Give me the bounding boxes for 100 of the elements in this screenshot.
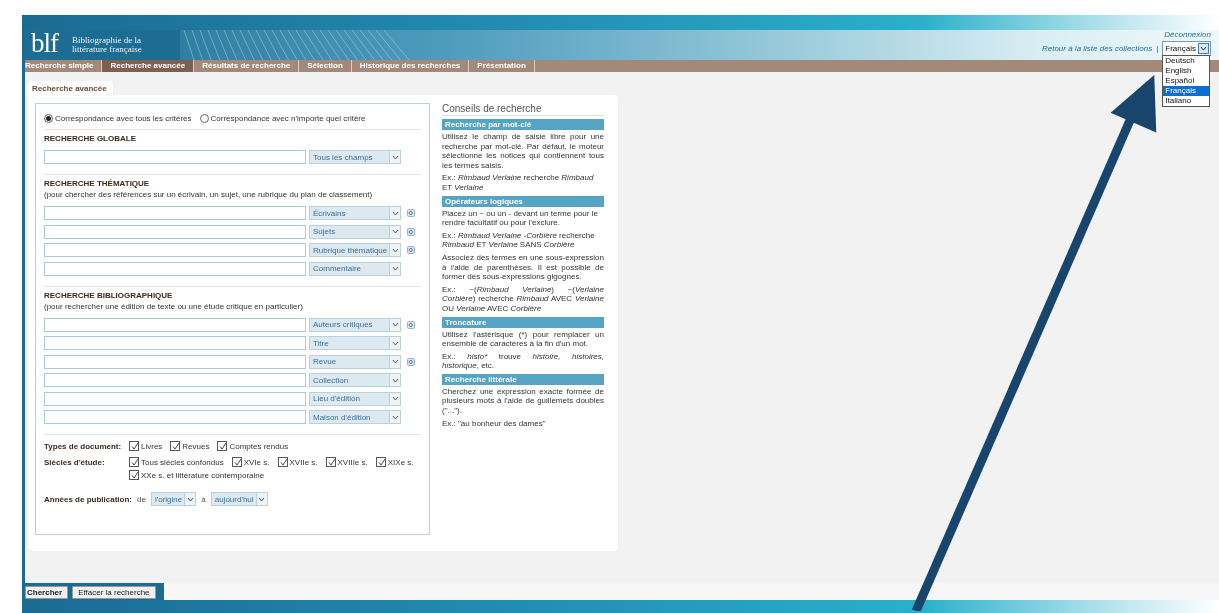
checkbox[interactable]: [277, 457, 288, 467]
clear-button[interactable]: Effacer la recherche: [72, 586, 156, 599]
radio-label: Correspondance avec tous les critères: [55, 114, 192, 123]
field-select[interactable]: Écrivains: [309, 206, 401, 220]
group-label: Siècles d'étude:: [44, 458, 106, 469]
field-select[interactable]: Commentaire: [309, 261, 401, 276]
checkbox-label: Comptes rendus: [229, 441, 289, 451]
back-link[interactable]: Retour à la liste des collections: [1041, 44, 1153, 53]
radio-button[interactable]: [44, 114, 53, 123]
tip-text: Placez un ~ ou un - devant un terme pour le rendre facultatif ou pour l'exclure.: [442, 208, 599, 228]
caret-icon[interactable]: [389, 151, 400, 163]
field-select[interactable]: Auteurs critiques: [309, 317, 401, 332]
section-heading: RECHERCHE BIBLIOGRAPHIQUE: [44, 290, 174, 300]
caret-icon[interactable]: [389, 337, 400, 349]
tip-text: Ex.: histo* trouve histoire, histoires, historique, etc.: [442, 351, 604, 371]
lookup-icon[interactable]: [407, 227, 415, 236]
language-option[interactable]: Français: [1163, 86, 1210, 96]
caret-icon[interactable]: [389, 411, 400, 423]
tip-heading: Recherche par mot-clé: [442, 119, 604, 130]
tip-text: Ex.: ~(Rimbaud Verlaine) ~(Verlaine Corbière) recherche Rimbaud AVEC Verlaine OU Verlaine AVEC Corbière: [442, 284, 604, 314]
to-label: à: [201, 494, 206, 504]
search-button[interactable]: Chercher: [25, 586, 69, 599]
language-option[interactable]: Deutsch: [1163, 56, 1210, 66]
caret-icon[interactable]: [184, 493, 196, 505]
tip-text: Utilisez le champ de saisie libre pour une recherche par mot-clé. Par défaut, le moteur sélectionne les notices qui contiennent tous les termes saisis.: [442, 132, 604, 171]
nav-tab[interactable]: Recherche avancée: [102, 60, 195, 72]
caret-icon[interactable]: [389, 374, 400, 386]
search-field[interactable]: [44, 336, 306, 350]
tip-heading: Opérateurs logiques: [442, 195, 604, 207]
logo: blf: [31, 30, 58, 57]
checkbox[interactable]: [231, 457, 242, 467]
lookup-icon[interactable]: [407, 209, 415, 217]
search-field[interactable]: [44, 224, 306, 239]
language-option[interactable]: English: [1163, 66, 1210, 76]
field-select[interactable]: Tous les champs: [309, 150, 401, 164]
logout-link[interactable]: Déconnexion: [1164, 30, 1211, 40]
checkbox[interactable]: [217, 441, 228, 451]
caret-icon[interactable]: [255, 493, 267, 505]
caret-icon[interactable]: [389, 262, 400, 275]
search-field[interactable]: [44, 206, 306, 220]
caret-icon[interactable]: [389, 318, 400, 331]
checkbox[interactable]: [325, 457, 336, 467]
search-field[interactable]: [44, 354, 306, 369]
section-heading: RECHERCHE GLOBALE: [44, 134, 137, 143]
caret-icon[interactable]: [389, 225, 400, 238]
checkbox-label: XVIIIe s.: [337, 457, 368, 467]
separator: |: [1156, 44, 1159, 53]
field-select[interactable]: Sujets: [309, 224, 401, 239]
checkbox-label: XXe s. et littérature contemporaine: [141, 470, 265, 480]
search-field[interactable]: [44, 150, 306, 164]
tip-text: Ex.: Rimbaud Verlaine -Corbière recherche Rimbaud ET Verlaine SANS Corbière: [442, 230, 596, 250]
checkbox-label: Tous siècles confondus: [141, 457, 224, 467]
search-field[interactable]: [44, 391, 306, 406]
field-select[interactable]: Lieu d'édition: [309, 391, 401, 406]
tip-text: Ex.: "au bonheur des dames": [442, 418, 547, 429]
checkbox[interactable]: [129, 470, 139, 480]
search-field[interactable]: [44, 373, 306, 387]
checkbox-label: Revues: [182, 441, 210, 451]
page-tab[interactable]: Recherche avancée: [28, 81, 113, 95]
checkbox-label: XIXe s.: [387, 457, 414, 467]
caret-icon[interactable]: [389, 392, 400, 405]
search-field[interactable]: [44, 261, 306, 276]
checkbox[interactable]: [170, 441, 181, 451]
caret-icon[interactable]: [1198, 43, 1209, 54]
section-heading: RECHERCHE THÉMATIQUE: [44, 179, 151, 188]
checkbox[interactable]: [129, 457, 139, 467]
radio-button[interactable]: [199, 114, 209, 123]
field-select[interactable]: aujourd'hui: [210, 492, 268, 506]
field-select[interactable]: Rubrique thématique: [309, 243, 401, 257]
tip-heading: Recherche littérale: [442, 373, 604, 385]
site-title: Bibliographie de la littérature française: [72, 35, 143, 55]
tip-text: Cherchez une expression exacte formée de plusieurs mots à l'aide de guillemets doubles ("...").: [442, 386, 604, 416]
section-note: (pour rechercher une édition de texte ou une étude critique en particulier): [44, 301, 304, 311]
search-field[interactable]: [44, 243, 306, 257]
caret-icon[interactable]: [389, 244, 400, 256]
field-select[interactable]: Revue: [309, 354, 401, 369]
checkbox[interactable]: [375, 457, 386, 467]
checkbox-label: XVIe s.: [243, 457, 270, 467]
search-field[interactable]: [44, 410, 306, 424]
language-option[interactable]: Español: [1163, 76, 1210, 86]
caret-icon[interactable]: [389, 207, 400, 219]
group-label: Années de publication:: [44, 494, 132, 504]
caret-icon[interactable]: [389, 355, 400, 368]
lookup-icon[interactable]: [407, 246, 415, 254]
tip-heading: Troncature: [442, 316, 604, 328]
lookup-icon[interactable]: [407, 357, 415, 366]
section-note: (pour chercher des références sur un écrivain, un sujet, une rubrique du plan de classement): [44, 190, 374, 199]
lookup-icon[interactable]: [407, 320, 415, 329]
checkbox-label: XVIIe s.: [289, 457, 318, 467]
tip-text: Utilisez l'astérisque (*) pour remplacer un ensemble de caractères à la fin d'un mot.: [442, 329, 604, 349]
group-label: Types de document:: [44, 442, 123, 451]
field-select[interactable]: Titre: [309, 336, 401, 350]
language-option[interactable]: Italiano: [1163, 96, 1210, 106]
field-select[interactable]: Maison d'édition: [309, 410, 401, 424]
tip-text: Ex.: Rimbaud Verlaine recherche Rimbaud ET Verlaine: [442, 173, 595, 193]
from-label: de: [137, 494, 146, 504]
search-field[interactable]: [44, 317, 306, 332]
field-select[interactable]: l'origine: [150, 492, 197, 506]
checkbox[interactable]: [129, 441, 139, 451]
field-select[interactable]: Collection: [309, 373, 401, 387]
